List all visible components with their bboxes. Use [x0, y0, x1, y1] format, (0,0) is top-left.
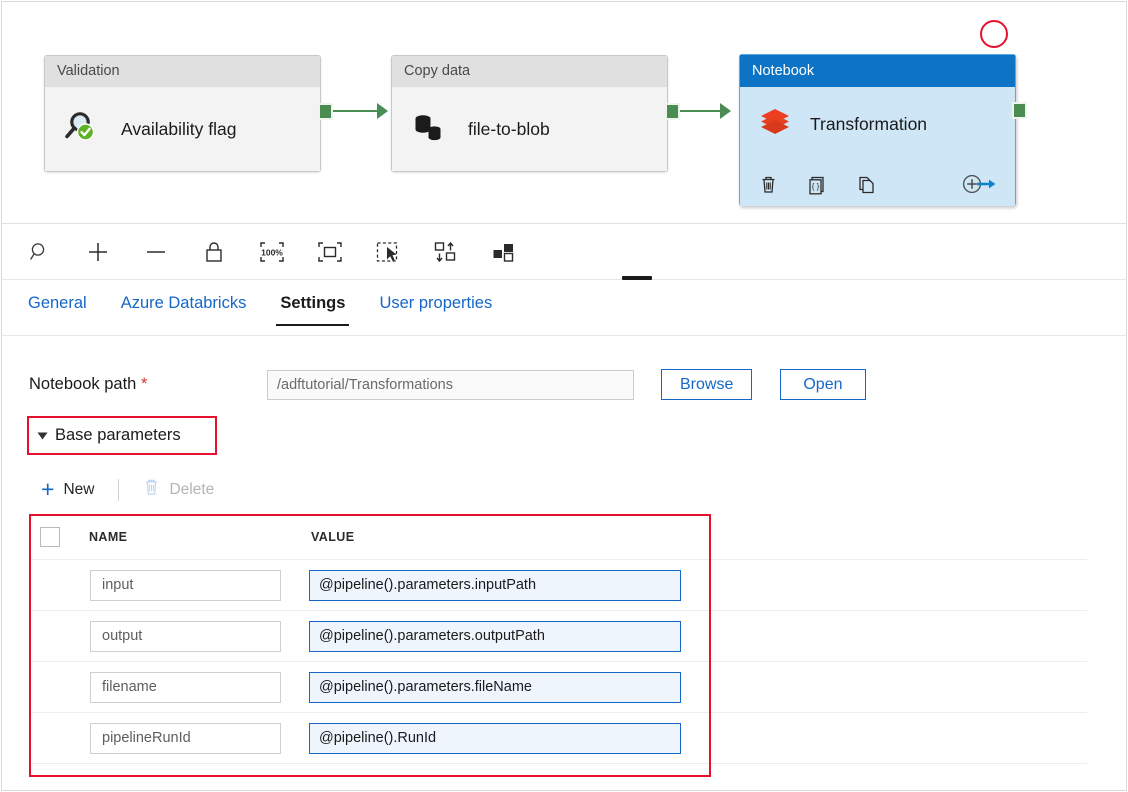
activity-body: Transformation	[740, 87, 1015, 162]
lock-icon[interactable]	[198, 236, 230, 268]
new-parameter-button[interactable]: + New	[35, 474, 100, 505]
parameter-name-input[interactable]	[90, 722, 281, 754]
activity-card-validation[interactable]: Validation Availability flag	[44, 55, 321, 172]
activity-name: Availability flag	[121, 118, 237, 139]
table-row	[29, 611, 1087, 662]
databricks-layers-icon	[758, 105, 792, 144]
output-handle-validation[interactable]	[318, 103, 333, 120]
parameter-value-input[interactable]	[309, 620, 681, 652]
app-frame: Validation Availability flag Copy data f…	[1, 1, 1127, 791]
base-parameters-table: NAME VALUE	[29, 514, 1087, 764]
column-header-value: VALUE	[311, 529, 355, 544]
copy-pages-icon[interactable]	[856, 174, 877, 195]
svg-text:100%: 100%	[261, 247, 283, 257]
table-header-row: NAME VALUE	[29, 514, 1087, 560]
new-button-label: New	[63, 480, 95, 498]
connector-line-2	[680, 110, 724, 112]
plus-icon[interactable]	[82, 236, 114, 268]
parameter-name-input[interactable]	[90, 671, 281, 703]
parameter-value-input[interactable]	[309, 722, 681, 754]
notebook-path-label: Notebook path *	[29, 375, 267, 394]
table-row	[29, 662, 1087, 713]
parameter-name-input[interactable]	[90, 569, 281, 601]
add-output-arrow-icon[interactable]	[961, 173, 997, 195]
minus-icon[interactable]	[140, 236, 172, 268]
activity-type-label: Notebook	[740, 55, 1015, 87]
base-parameters-title: Base parameters	[55, 426, 181, 444]
code-braces-icon[interactable]: { }	[807, 174, 828, 195]
tab-user-properties[interactable]: User properties	[379, 285, 509, 324]
output-handle-copy-data[interactable]	[665, 103, 680, 120]
activity-body: file-to-blob	[392, 87, 667, 171]
connector-arrow-2	[720, 103, 731, 119]
database-copy-icon	[410, 107, 450, 152]
open-button[interactable]: Open	[780, 369, 866, 400]
parameter-value-input[interactable]	[309, 671, 681, 703]
magnifier-icon[interactable]	[24, 236, 56, 268]
auto-align-vertical-icon[interactable]	[430, 236, 462, 268]
pipeline-canvas[interactable]: Validation Availability flag Copy data f…	[2, 2, 1126, 224]
delete-parameter-button[interactable]: Delete	[137, 474, 220, 505]
connector-arrow-1	[377, 103, 388, 119]
base-parameters-commandbar: + New Delete	[35, 474, 220, 505]
required-marker: *	[140, 375, 148, 393]
trash-icon[interactable]	[758, 174, 779, 195]
trash-icon	[143, 478, 160, 501]
magnifier-check-icon	[63, 107, 103, 152]
tab-azure-databricks[interactable]: Azure Databricks	[121, 285, 264, 324]
activity-actions: { }	[740, 162, 1015, 206]
auto-align-horizontal-icon[interactable]	[488, 236, 520, 268]
commandbar-divider	[118, 478, 120, 501]
notebook-path-row: Notebook path * Browse Open	[29, 369, 866, 400]
select-all-checkbox[interactable]	[40, 526, 60, 547]
plus-icon: +	[41, 476, 55, 502]
activity-body: Availability flag	[45, 87, 320, 171]
annotation-circle	[980, 20, 1008, 48]
tab-settings[interactable]: Settings	[276, 285, 350, 326]
zoom-100-percent-icon[interactable]: 100%	[256, 236, 288, 268]
fit-to-screen-icon[interactable]	[314, 236, 346, 268]
notebook-path-input[interactable]	[267, 369, 634, 400]
browse-button[interactable]: Browse	[661, 369, 753, 400]
activity-name: file-to-blob	[468, 118, 550, 139]
activity-card-copy-data[interactable]: Copy data file-to-blob	[391, 55, 668, 172]
parameter-name-cell	[90, 722, 281, 754]
parameter-name-cell	[90, 620, 281, 652]
table-row	[29, 713, 1087, 764]
output-handle-notebook[interactable]	[1012, 102, 1027, 119]
parameter-name-input[interactable]	[90, 620, 281, 652]
panel-splitter-handle[interactable]	[622, 276, 652, 280]
parameter-value-input[interactable]	[309, 569, 681, 601]
svg-text:{ }: { }	[812, 182, 820, 191]
column-header-name: NAME	[89, 529, 128, 544]
chevron-collapse-icon[interactable]	[37, 432, 48, 439]
pointer-select-icon[interactable]	[372, 236, 404, 268]
notebook-path-label-text: Notebook path	[29, 375, 137, 393]
base-parameters-section-header[interactable]: Base parameters	[27, 416, 217, 455]
parameter-name-cell	[90, 671, 281, 703]
delete-button-label: Delete	[169, 480, 215, 498]
activity-card-notebook[interactable]: Notebook Transformation {}	[739, 54, 1016, 206]
activity-name: Transformation	[810, 114, 928, 134]
table-row	[29, 560, 1087, 611]
tab-general[interactable]: General	[28, 285, 104, 324]
activity-type-label: Validation	[45, 56, 320, 87]
activity-type-label: Copy data	[392, 56, 667, 87]
parameter-name-cell	[90, 569, 281, 601]
canvas-toolbar: 100%	[2, 224, 1126, 280]
settings-tabs: General Azure Databricks Settings User p…	[2, 285, 1126, 336]
settings-panel: Notebook path * Browse Open Base paramet…	[2, 336, 1126, 790]
connector-line-1	[333, 110, 381, 112]
